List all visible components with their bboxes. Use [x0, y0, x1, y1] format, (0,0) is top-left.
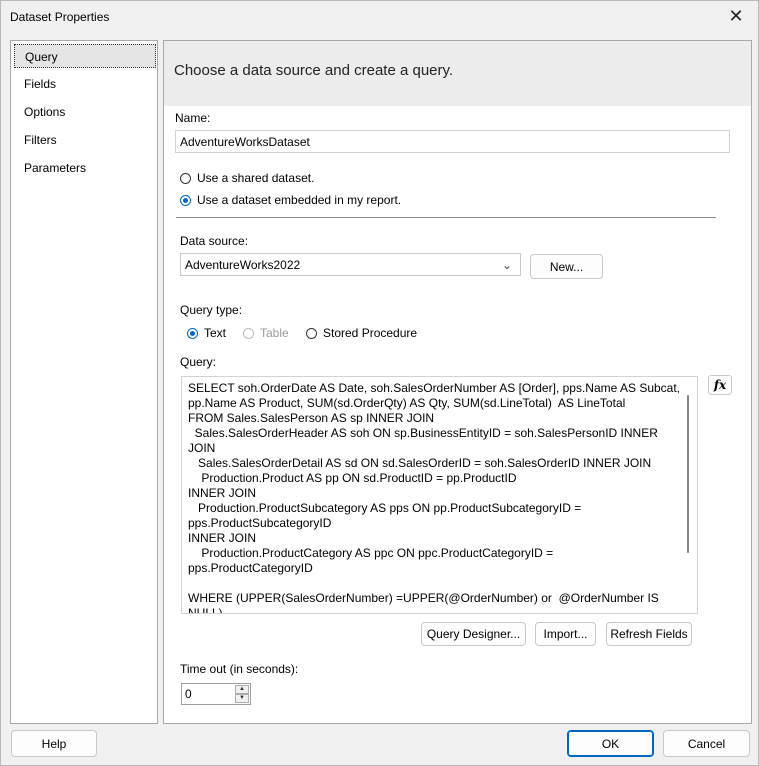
nav-item-parameters[interactable]: Parameters [14, 156, 156, 180]
spin-down-icon[interactable]: ▼ [235, 694, 249, 703]
shared-dataset-label: Use a shared dataset. [197, 171, 315, 185]
page-nav: Query Fields Options Filters Parameters [10, 40, 158, 724]
page-heading: Choose a data source and create a query. [174, 62, 454, 79]
fx-icon: fx [713, 378, 727, 392]
query-type-label: Query type: [180, 303, 243, 317]
import-button[interactable]: Import... [535, 622, 596, 646]
spin-up-icon[interactable]: ▲ [235, 685, 249, 694]
close-icon: ✕ [728, 6, 744, 26]
new-datasource-button[interactable]: New... [530, 254, 603, 279]
embedded-dataset-radio[interactable] [180, 194, 191, 206]
query-type-table-label: Table [260, 326, 289, 340]
name-label: Name: [175, 111, 211, 125]
ok-button[interactable]: OK [567, 730, 654, 757]
help-button[interactable]: Help [11, 730, 97, 757]
datasource-value: AdventureWorks2022 [185, 257, 301, 272]
cancel-button[interactable]: Cancel [663, 730, 750, 757]
window-title: Dataset Properties [10, 10, 110, 24]
nav-item-options[interactable]: Options [14, 100, 156, 124]
query-designer-button[interactable]: Query Designer... [421, 622, 526, 646]
query-type-stored-procedure-option[interactable]: Stored Procedure [306, 326, 417, 340]
page-banner: Choose a data source and create a query. [164, 41, 751, 106]
query-type-table-radio [243, 327, 254, 339]
shared-dataset-option[interactable]: Use a shared dataset. [180, 171, 314, 185]
datasource-dropdown[interactable]: AdventureWorks2022 ⌄ [180, 253, 521, 276]
timeout-stepper[interactable]: 0 ▲ ▼ [181, 683, 251, 705]
chevron-down-icon: ⌄ [501, 258, 512, 272]
query-type-stored-procedure-radio[interactable] [306, 327, 317, 339]
timeout-label: Time out (in seconds): [180, 662, 299, 676]
timeout-value: 0 [185, 687, 192, 701]
query-page: Choose a data source and create a query.… [163, 40, 752, 724]
query-type-text-radio[interactable] [187, 327, 198, 339]
nav-item-fields[interactable]: Fields [14, 72, 156, 96]
close-button[interactable]: ✕ [714, 1, 758, 32]
query-text: SELECT soh.OrderDate AS Date, soh.SalesO… [188, 381, 681, 614]
divider [176, 217, 716, 218]
shared-dataset-radio[interactable] [180, 172, 191, 184]
nav-item-filters[interactable]: Filters [14, 128, 156, 152]
query-label: Query: [180, 355, 217, 369]
expression-button[interactable]: fx [708, 375, 732, 395]
refresh-fields-button[interactable]: Refresh Fields [606, 622, 692, 646]
embedded-dataset-option[interactable]: Use a dataset embedded in my report. [180, 193, 401, 207]
query-type-text-option[interactable]: Text [187, 326, 226, 340]
datasource-label: Data source: [180, 234, 249, 248]
dataset-properties-dialog: Dataset Properties ✕ Query Fields Option… [0, 0, 759, 766]
query-textarea[interactable]: SELECT soh.OrderDate AS Date, soh.SalesO… [181, 376, 698, 614]
query-type-stored-procedure-label: Stored Procedure [323, 326, 418, 340]
timeout-spin-buttons: ▲ ▼ [235, 685, 249, 703]
query-scrollbar[interactable] [687, 395, 689, 553]
nav-item-query[interactable]: Query [14, 44, 156, 68]
name-value: AdventureWorksDataset [180, 134, 310, 149]
name-field[interactable]: AdventureWorksDataset [175, 130, 730, 153]
title-bar: Dataset Properties ✕ [1, 1, 758, 33]
query-type-text-label: Text [204, 326, 227, 340]
embedded-dataset-label: Use a dataset embedded in my report. [197, 193, 402, 207]
query-type-table-option: Table [243, 326, 289, 340]
